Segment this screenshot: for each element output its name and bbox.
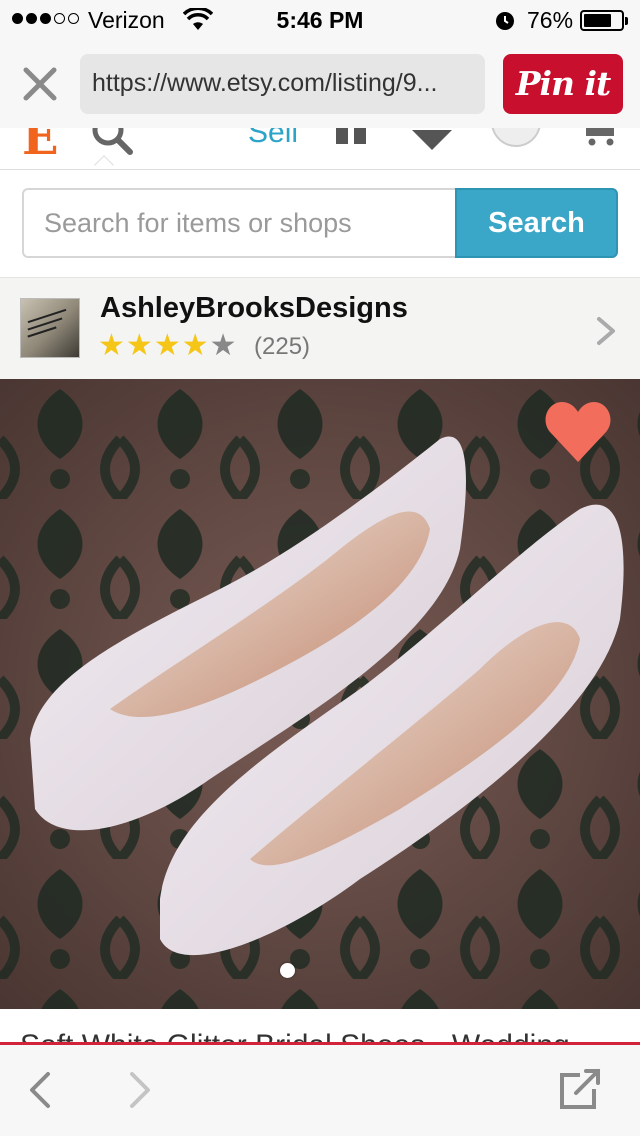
listing-title-container: Soft White Glitter Bridal Shoes - Weddin… bbox=[0, 1009, 640, 1042]
browser-toolbar bbox=[0, 1045, 640, 1136]
star-empty-icon: ★ bbox=[209, 329, 237, 362]
pin-it-button[interactable]: Pin it bbox=[503, 54, 623, 114]
listing-title: Soft White Glitter Bridal Shoes - Weddin… bbox=[20, 1029, 570, 1042]
sell-link[interactable]: Sell bbox=[248, 128, 298, 150]
shop-name[interactable]: AshleyBrooksDesigns bbox=[100, 292, 408, 325]
status-bar: Verizon 5:46 PM 76% bbox=[0, 0, 640, 40]
review-count: (225) bbox=[254, 333, 311, 360]
star-filled-icon: ★ bbox=[153, 329, 181, 362]
back-icon[interactable] bbox=[26, 1070, 56, 1110]
product-image[interactable] bbox=[0, 379, 640, 1009]
shop-row[interactable]: AshleyBrooksDesigns ★ ★ ★ ★ ★ (225) bbox=[0, 278, 640, 379]
heart-icon[interactable] bbox=[410, 128, 454, 156]
gift-icon[interactable] bbox=[334, 128, 370, 148]
chevron-right-icon[interactable] bbox=[594, 316, 618, 346]
star-filled-icon: ★ bbox=[98, 329, 125, 362]
favorite-heart-icon[interactable] bbox=[544, 400, 612, 464]
star-filled-icon: ★ bbox=[181, 329, 209, 362]
close-icon[interactable] bbox=[20, 64, 60, 104]
shop-avatar bbox=[20, 298, 80, 358]
glitter-shoes-photo bbox=[0, 379, 640, 1009]
search-area: Search bbox=[0, 170, 640, 278]
carousel-dot-active[interactable] bbox=[280, 963, 295, 978]
etsy-logo[interactable]: E bbox=[22, 128, 59, 166]
search-button[interactable]: Search bbox=[455, 188, 618, 258]
etsy-header-nav: E Sell bbox=[0, 128, 640, 170]
cart-icon[interactable] bbox=[584, 128, 620, 156]
nav-caret bbox=[94, 155, 114, 169]
battery-fill bbox=[584, 14, 612, 27]
alarm-clock-icon bbox=[496, 12, 514, 30]
share-icon[interactable] bbox=[558, 1067, 602, 1111]
rating-stars: ★ ★ ★ ★ ★ bbox=[98, 331, 237, 361]
search-icon[interactable] bbox=[90, 128, 134, 156]
avatar-icon[interactable] bbox=[490, 128, 542, 156]
star-filled-icon: ★ bbox=[125, 329, 153, 362]
search-input[interactable] bbox=[22, 188, 456, 258]
url-field[interactable]: https://www.etsy.com/listing/9... bbox=[80, 54, 485, 114]
battery-icon bbox=[580, 10, 628, 31]
forward-icon[interactable] bbox=[124, 1070, 154, 1110]
battery-percent: 76% bbox=[527, 7, 574, 33]
browser-address-bar: https://www.etsy.com/listing/9... Pin it bbox=[0, 40, 640, 128]
